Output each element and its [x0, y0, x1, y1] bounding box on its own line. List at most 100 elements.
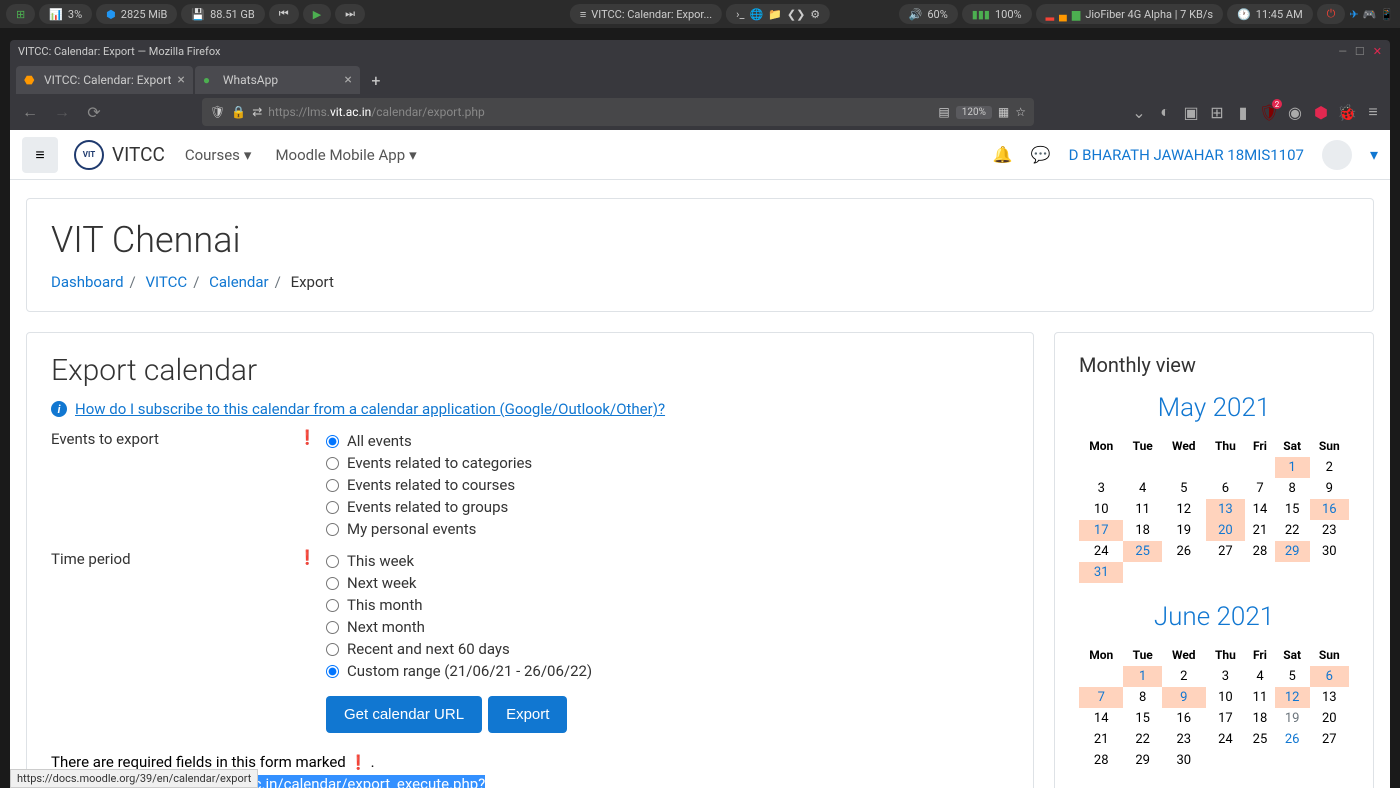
telegram-icon[interactable]: ✈	[1349, 8, 1358, 21]
user-menu-caret-icon[interactable]: ▾	[1370, 145, 1378, 164]
tab-close-icon[interactable]: ×	[344, 72, 351, 88]
cal-day[interactable]: 22	[1123, 729, 1161, 750]
radio-groups[interactable]: Events related to groups	[326, 496, 1009, 518]
tab-vitcc[interactable]: ⬣ VITCC: Calendar: Export ×	[16, 66, 193, 94]
cal-day[interactable]: 13	[1310, 687, 1350, 708]
brand[interactable]: VIT VITCC	[74, 140, 165, 170]
ext5-icon[interactable]: ◉	[1286, 103, 1304, 121]
help-link[interactable]: i How do I subscribe to this calendar fr…	[51, 400, 1009, 418]
cal-day[interactable]: 12	[1162, 499, 1206, 520]
new-tab-button[interactable]: +	[362, 66, 390, 94]
user-name[interactable]: D BHARATH JAWAHAR 18MIS1107	[1069, 146, 1304, 164]
radio-this-week[interactable]: This week	[326, 550, 1009, 572]
reader-icon[interactable]: ▤	[938, 105, 949, 119]
cal-day[interactable]: 21	[1079, 729, 1123, 750]
network-widget[interactable]: ▂▄▆ JioFiber 4G Alpha | 7 KB/s	[1036, 4, 1223, 24]
cal-day[interactable]: 8	[1123, 687, 1161, 708]
cal-day[interactable]: 29	[1275, 541, 1310, 562]
cal-day[interactable]: 14	[1245, 499, 1275, 520]
cal-day[interactable]: 7	[1245, 478, 1275, 499]
menu-icon[interactable]: ≡	[1364, 103, 1382, 121]
cal-day[interactable]: 27	[1310, 729, 1350, 750]
cal-day[interactable]: 1	[1123, 666, 1161, 687]
cal-day[interactable]: 25	[1123, 541, 1161, 562]
disk-widget[interactable]: 💾88.51 GB	[181, 4, 264, 24]
cal-day[interactable]: 11	[1245, 687, 1275, 708]
cal-day[interactable]: 10	[1206, 687, 1246, 708]
radio-personal[interactable]: My personal events	[326, 518, 1009, 540]
url-bar[interactable]: 🛡 🔒 ⇄ https://lms.vit.ac.in/calendar/exp…	[202, 98, 1034, 126]
tab-close-icon[interactable]: ×	[177, 72, 184, 88]
apps-button[interactable]: ⊞	[6, 4, 35, 24]
radio-recent-60[interactable]: Recent and next 60 days	[326, 638, 1009, 660]
cal-day[interactable]: 11	[1123, 499, 1161, 520]
cal-day[interactable]: 6	[1310, 666, 1350, 687]
back-button[interactable]: ←	[18, 100, 42, 124]
clock-widget[interactable]: 🕐 11:45 AM	[1227, 4, 1313, 24]
avatar[interactable]	[1322, 140, 1352, 170]
crumb-vitcc[interactable]: VITCC	[145, 273, 187, 291]
cal-day[interactable]: 18	[1123, 520, 1161, 541]
radio-custom[interactable]: Custom range (21/06/21 - 26/06/22)	[326, 660, 1009, 682]
cal-day[interactable]: 9	[1310, 478, 1350, 499]
cal-day[interactable]: 19	[1275, 708, 1310, 729]
pocket-icon[interactable]: ⌄	[1130, 103, 1148, 121]
cal-day[interactable]: 14	[1079, 708, 1123, 729]
cal-day[interactable]: 19	[1162, 520, 1206, 541]
cal-day[interactable]: 22	[1275, 520, 1310, 541]
cal-day[interactable]: 5	[1162, 478, 1206, 499]
cal-day[interactable]: 31	[1079, 562, 1123, 583]
media-next[interactable]: ⏭	[335, 4, 365, 24]
cal-day[interactable]: 1	[1275, 457, 1310, 478]
cal-day[interactable]: 2	[1162, 666, 1206, 687]
radio-all-events[interactable]: All events	[326, 430, 1009, 452]
crumb-calendar[interactable]: Calendar	[209, 273, 269, 291]
tray-group[interactable]: ›_ 🌐 📁 ❮❯ ⚙	[726, 4, 830, 24]
ext7-icon[interactable]: 🐞	[1338, 103, 1356, 121]
media-play[interactable]: ▶	[303, 4, 331, 24]
cal-day[interactable]: 23	[1162, 729, 1206, 750]
ublock-icon[interactable]: 🛡	[1260, 103, 1278, 121]
nav-mobileapp[interactable]: Moodle Mobile App ▾	[271, 140, 420, 170]
cal-day[interactable]: 24	[1079, 541, 1123, 562]
notifications-icon[interactable]: 🔔	[993, 145, 1013, 164]
media-title[interactable]: ≡ VITCC: Calendar: Expor...	[570, 4, 722, 24]
cal-day[interactable]: 30	[1162, 750, 1206, 771]
ext3-icon[interactable]: ⊞	[1208, 103, 1226, 121]
cal-day[interactable]: 20	[1206, 520, 1246, 541]
cal-day[interactable]: 13	[1206, 499, 1246, 520]
crumb-dashboard[interactable]: Dashboard	[51, 273, 124, 291]
cal-day[interactable]: 4	[1245, 666, 1275, 687]
lock-icon[interactable]: 🔒	[231, 105, 246, 119]
cal-day[interactable]: 10	[1079, 499, 1123, 520]
close-button[interactable]: ✕	[1373, 45, 1382, 58]
ext4-icon[interactable]: ▮	[1234, 103, 1252, 121]
cal-day[interactable]: 6	[1206, 478, 1246, 499]
maximize-button[interactable]: ☐	[1355, 45, 1365, 58]
cpu-widget[interactable]: 📊3%	[39, 4, 92, 24]
radio-next-week[interactable]: Next week	[326, 572, 1009, 594]
radio-next-month[interactable]: Next month	[326, 616, 1009, 638]
cal-day[interactable]: 20	[1310, 708, 1350, 729]
shield-icon[interactable]: 🛡	[210, 105, 225, 119]
cal-day[interactable]: 28	[1245, 541, 1275, 562]
cal-day[interactable]: 16	[1310, 499, 1350, 520]
cal-day[interactable]: 7	[1079, 687, 1123, 708]
power-button[interactable]: ⏻	[1317, 4, 1346, 24]
bookmark-star-icon[interactable]: ☆	[1015, 105, 1026, 119]
forward-button[interactable]: →	[50, 100, 74, 124]
cal-day[interactable]: 5	[1275, 666, 1310, 687]
qr-icon[interactable]: ▦	[998, 105, 1009, 119]
permissions-icon[interactable]: ⇄	[252, 105, 262, 119]
ext1-icon[interactable]: ◐	[1156, 103, 1174, 121]
cal-day[interactable]: 18	[1245, 708, 1275, 729]
cal-day[interactable]: 2	[1310, 457, 1350, 478]
drawer-toggle[interactable]: ≡	[22, 137, 58, 173]
volume-widget[interactable]: 🔊 60%	[899, 4, 958, 24]
cal-day[interactable]: 4	[1123, 478, 1161, 499]
cal-day[interactable]: 15	[1275, 499, 1310, 520]
cal-day[interactable]: 15	[1123, 708, 1161, 729]
reload-button[interactable]: ⟳	[82, 100, 106, 124]
get-url-button[interactable]: Get calendar URL	[326, 696, 482, 733]
radio-courses[interactable]: Events related to courses	[326, 474, 1009, 496]
